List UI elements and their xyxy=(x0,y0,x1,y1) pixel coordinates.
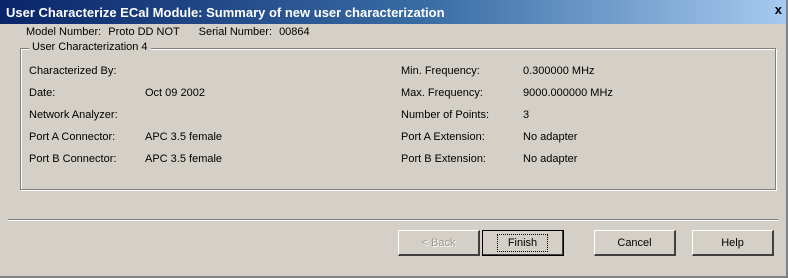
back-button[interactable]: < Back xyxy=(398,230,480,256)
model-number-value: Proto DD NOT xyxy=(108,26,180,38)
button-divider xyxy=(8,219,778,221)
number-of-points-label: Number of Points: xyxy=(401,109,490,121)
model-number-label: Model Number: xyxy=(26,26,102,38)
port-a-extension-label: Port A Extension: xyxy=(401,131,485,143)
port-b-connector-label: Port B Connector: xyxy=(29,153,117,165)
close-icon[interactable]: x xyxy=(775,2,782,17)
port-a-extension-value: No adapter xyxy=(523,131,578,143)
min-frequency-value: 0.300000 MHz xyxy=(523,65,595,77)
number-of-points-value: 3 xyxy=(523,109,530,121)
help-button[interactable]: Help xyxy=(692,230,774,256)
characterization-group: User Characterization 4 Characterized By… xyxy=(20,41,776,190)
serial-number-label: Serial Number: xyxy=(198,26,272,38)
characterized-by-label: Characterized By: xyxy=(29,65,117,77)
port-b-extension-value: No adapter xyxy=(523,153,578,165)
max-frequency-label: Max. Frequency: xyxy=(401,87,483,99)
finish-button-label: Finish xyxy=(496,233,549,252)
port-a-connector-label: Port A Connector: xyxy=(29,131,116,143)
group-title: User Characterization 4 xyxy=(29,41,151,53)
serial-number-value: 00864 xyxy=(279,26,310,38)
port-a-connector-value: APC 3.5 female xyxy=(145,131,223,143)
min-frequency-label: Min. Frequency: xyxy=(401,65,480,77)
port-b-connector-value: APC 3.5 female xyxy=(145,153,223,165)
window-title: User Characterize ECal Module: Summary o… xyxy=(6,4,445,20)
dialog-window: User Characterize ECal Module: Summary o… xyxy=(0,0,788,278)
title-bar[interactable]: User Characterize ECal Module: Summary o… xyxy=(0,0,786,24)
cancel-button[interactable]: Cancel xyxy=(594,230,676,256)
date-label: Date: xyxy=(29,87,56,99)
network-analyzer-label: Network Analyzer: xyxy=(29,109,118,121)
port-b-extension-label: Port B Extension: xyxy=(401,153,486,165)
date-value: Oct 09 2002 xyxy=(145,87,205,99)
finish-button[interactable]: Finish xyxy=(482,230,564,256)
max-frequency-value: 9000.000000 MHz xyxy=(523,87,613,99)
module-info: Model Number: Proto DD NOT Serial Number… xyxy=(26,26,310,38)
